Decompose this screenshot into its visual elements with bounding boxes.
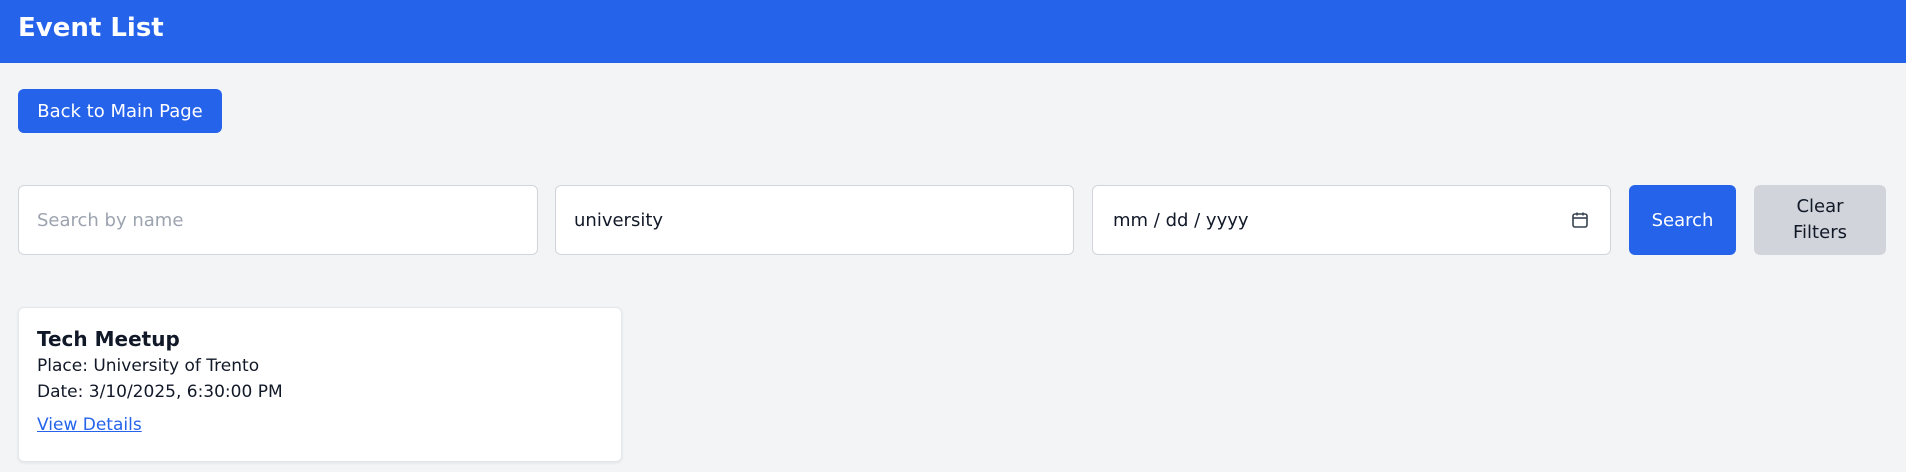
event-date-value: 3/10/2025, 6:30:00 PM xyxy=(88,382,283,402)
view-details-link[interactable]: View Details xyxy=(37,413,142,437)
calendar-icon[interactable] xyxy=(1570,210,1590,230)
event-place: Place: University of Trento xyxy=(37,353,603,379)
event-place-label: Place: xyxy=(37,356,88,376)
event-date: Date: 3/10/2025, 6:30:00 PM xyxy=(37,379,603,405)
page-title: Event List xyxy=(18,13,164,43)
search-place-input[interactable] xyxy=(555,185,1074,255)
date-placeholder: mm / dd / yyyy xyxy=(1113,209,1249,231)
event-card: Tech Meetup Place: University of Trento … xyxy=(18,307,622,462)
event-date-label: Date: xyxy=(37,382,84,402)
date-filter-input[interactable]: mm / dd / yyyy xyxy=(1092,185,1611,255)
event-place-value: University of Trento xyxy=(93,356,260,376)
back-to-main-button[interactable]: Back to Main Page xyxy=(18,89,222,133)
search-name-input[interactable] xyxy=(18,185,538,255)
search-button[interactable]: Search xyxy=(1629,185,1736,255)
app-header: Event List xyxy=(0,0,1906,63)
event-title: Tech Meetup xyxy=(37,327,180,351)
clear-filters-button[interactable]: Clear Filters xyxy=(1754,185,1886,255)
